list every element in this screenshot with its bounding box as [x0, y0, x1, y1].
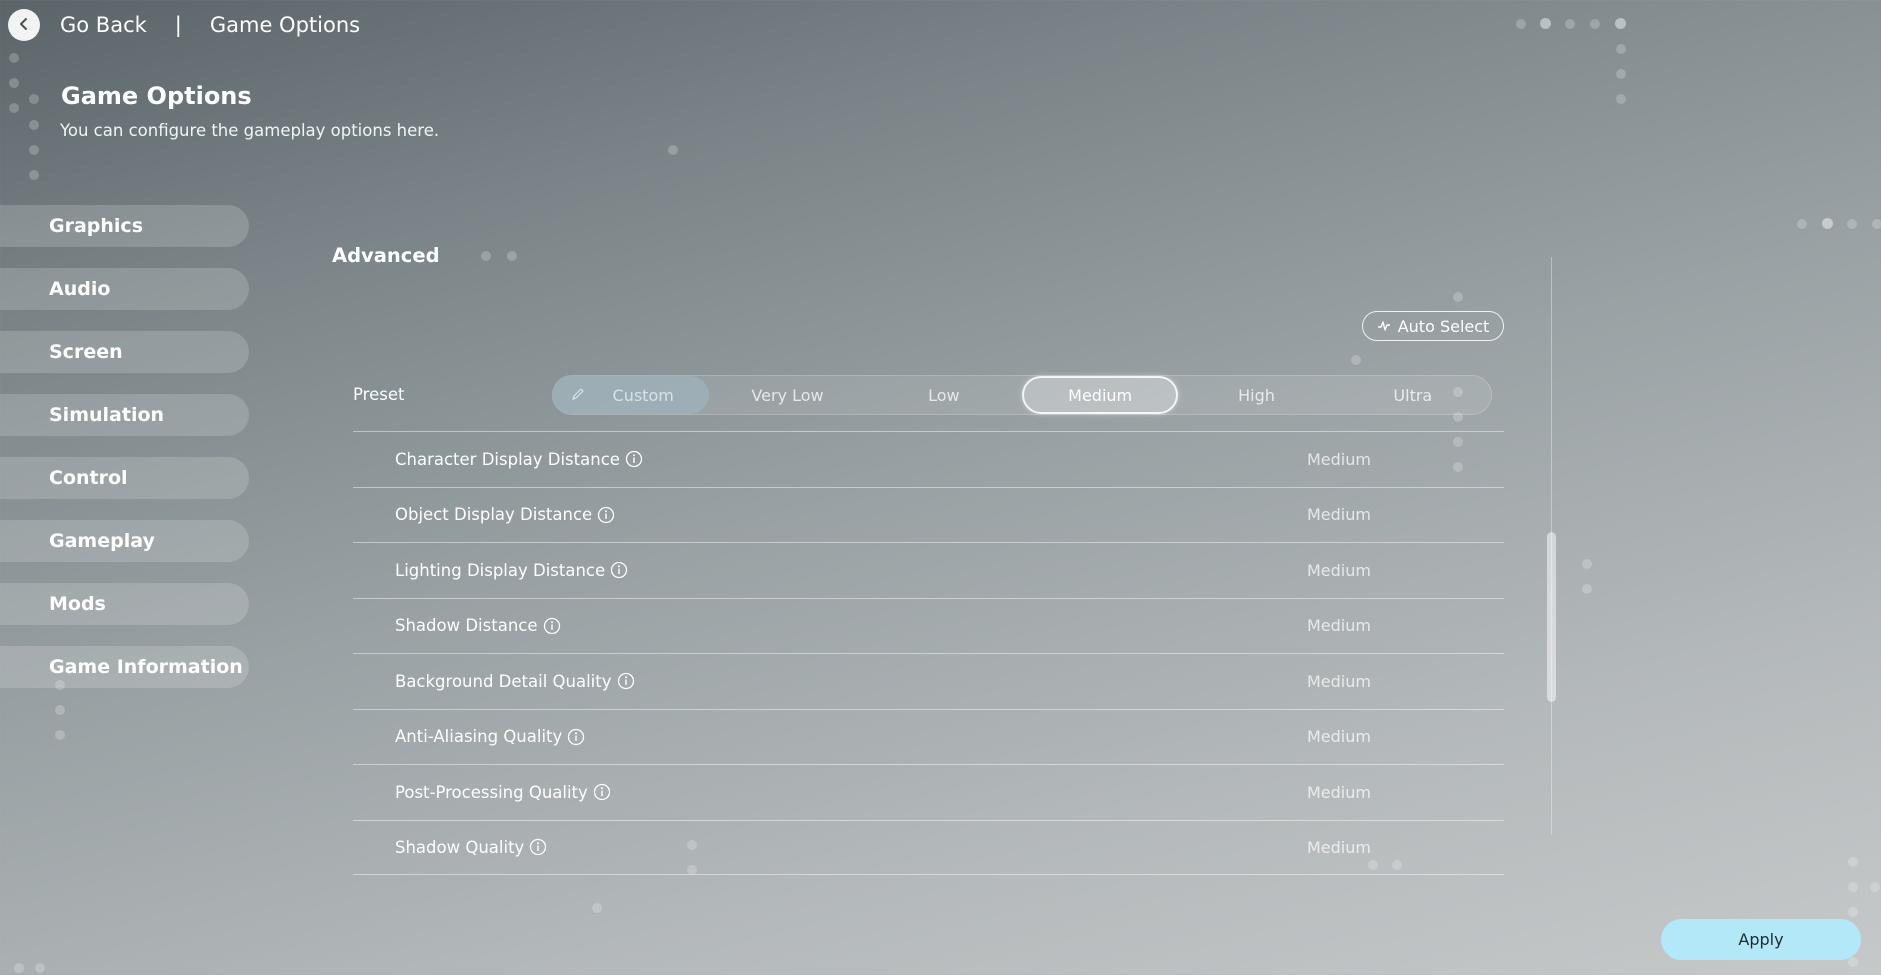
info-icon[interactable]	[597, 506, 615, 524]
info-icon[interactable]	[593, 783, 611, 801]
breadcrumb-separator: |	[174, 13, 182, 37]
setting-value: Medium	[1307, 505, 1371, 525]
setting-row-lighting-display-distance[interactable]: Lighting Display Distance Medium	[353, 542, 1504, 598]
go-back-link[interactable]: Go Back	[60, 13, 147, 37]
back-button[interactable]	[8, 9, 40, 41]
page-subtitle: You can configure the gameplay options h…	[60, 121, 440, 140]
info-icon[interactable]	[625, 450, 643, 468]
setting-value: Medium	[1307, 727, 1371, 747]
preset-option-label: Custom	[612, 385, 674, 405]
sidebar-item-simulation[interactable]: Simulation	[0, 394, 249, 436]
scrollbar-thumb[interactable]	[1547, 532, 1556, 702]
breadcrumb-current: Game Options	[209, 13, 361, 37]
setting-row-shadow-quality[interactable]: Shadow Quality Medium	[353, 819, 1504, 875]
preset-option-medium[interactable]: Medium	[1021, 376, 1179, 414]
sidebar: Graphics Audio Screen Simulation Control…	[0, 205, 249, 709]
setting-value: Medium	[1307, 837, 1371, 857]
info-icon[interactable]	[567, 728, 585, 746]
pulse-icon	[1377, 317, 1398, 336]
preset-option-custom[interactable]: Custom	[553, 376, 710, 414]
setting-value: Medium	[1307, 782, 1371, 802]
sidebar-item-screen[interactable]: Screen	[0, 331, 249, 373]
setting-label: Shadow Quality	[395, 837, 525, 857]
apply-button[interactable]: Apply	[1661, 919, 1861, 960]
settings-list: Character Display Distance Medium Object…	[353, 431, 1504, 875]
setting-label: Background Detail Quality	[395, 671, 612, 691]
setting-value: Medium	[1307, 616, 1371, 636]
preset-option-low[interactable]: Low	[866, 376, 1022, 414]
sidebar-item-control[interactable]: Control	[0, 457, 249, 499]
preset-option-high[interactable]: High	[1178, 376, 1334, 414]
preset-selector: Custom Very Low Low Medium High Ultra	[552, 375, 1492, 415]
pencil-icon	[571, 386, 613, 405]
setting-value: Medium	[1307, 560, 1371, 580]
chevron-left-icon	[17, 16, 31, 35]
setting-label: Post-Processing Quality	[395, 782, 588, 802]
info-icon[interactable]	[617, 672, 635, 690]
info-icon[interactable]	[543, 617, 561, 635]
section-title: Advanced	[332, 244, 440, 267]
sidebar-item-game-information[interactable]: Game Information	[0, 646, 249, 688]
setting-row-anti-aliasing-quality[interactable]: Anti-Aliasing Quality Medium	[353, 708, 1504, 765]
sidebar-item-audio[interactable]: Audio	[0, 268, 249, 310]
sidebar-item-mods[interactable]: Mods	[0, 583, 249, 625]
setting-label: Shadow Distance	[395, 616, 538, 636]
top-bar: Go Back | Game Options	[8, 8, 360, 42]
setting-value: Medium	[1307, 449, 1371, 469]
sidebar-item-graphics[interactable]: Graphics	[0, 205, 249, 247]
setting-label: Lighting Display Distance	[395, 560, 606, 580]
setting-value: Medium	[1307, 671, 1371, 691]
setting-row-post-processing-quality[interactable]: Post-Processing Quality Medium	[353, 764, 1504, 820]
setting-label: Anti-Aliasing Quality	[395, 727, 563, 747]
preset-option-ultra[interactable]: Ultra	[1335, 376, 1491, 414]
setting-label: Object Display Distance	[395, 505, 593, 525]
setting-row-background-detail-quality[interactable]: Background Detail Quality Medium	[353, 653, 1504, 709]
setting-row-character-display-distance[interactable]: Character Display Distance Medium	[353, 431, 1504, 487]
info-icon[interactable]	[529, 838, 547, 856]
auto-select-button[interactable]: Auto Select	[1362, 311, 1504, 341]
preset-option-very-low[interactable]: Very Low	[709, 376, 865, 414]
setting-label: Character Display Distance	[395, 449, 620, 469]
preset-label: Preset	[353, 385, 405, 404]
setting-row-object-display-distance[interactable]: Object Display Distance Medium	[353, 486, 1504, 543]
info-icon[interactable]	[610, 561, 628, 579]
sidebar-item-gameplay[interactable]: Gameplay	[0, 520, 249, 562]
setting-row-shadow-distance[interactable]: Shadow Distance Medium	[353, 597, 1504, 654]
auto-select-label: Auto Select	[1397, 316, 1490, 336]
page-title: Game Options	[61, 82, 252, 110]
